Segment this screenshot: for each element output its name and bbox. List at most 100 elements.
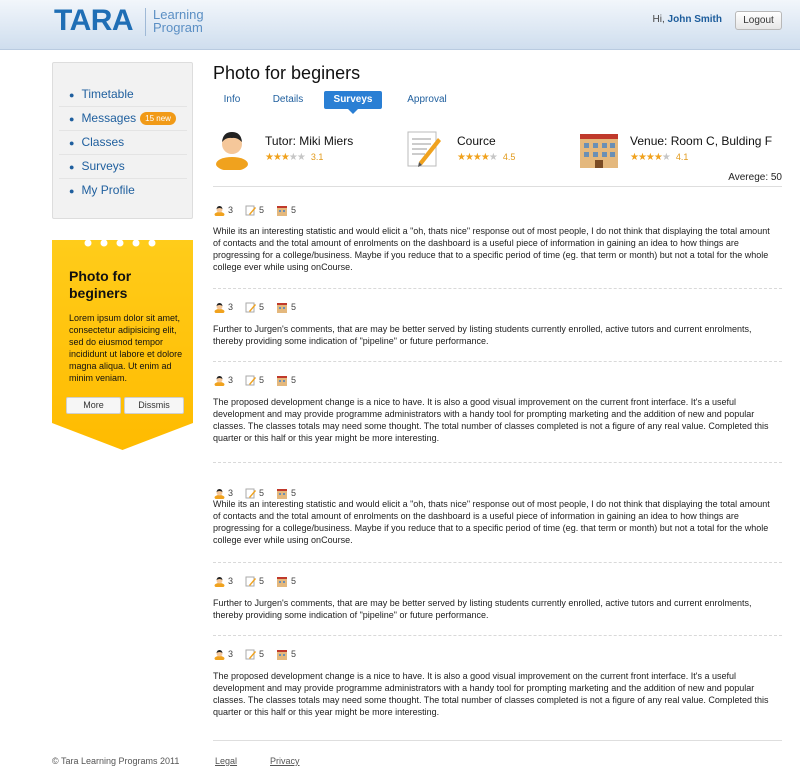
tutor-score-value: 3 [228, 488, 234, 499]
comment-text: The proposed development change is a nic… [213, 397, 769, 443]
comment-text: Further to Jurgen's comments, that are m… [213, 598, 752, 620]
comment-text: While its an interesting statistic and w… [213, 226, 770, 272]
sidebar-item-messages[interactable]: ● Messages 15 new [59, 107, 187, 131]
tab-surveys[interactable]: Surveys [324, 91, 382, 109]
person-icon [214, 376, 225, 388]
sidebar: ● Timetable ● Messages 15 new ● Classes ● Sur… [52, 62, 193, 219]
building-icon [277, 376, 288, 387]
comment-divider [213, 361, 782, 362]
tutor-score-value: 3 [228, 302, 234, 313]
venue-score: 5 [276, 302, 296, 314]
course-score: 5 [245, 649, 264, 660]
tutor-stars: ★★★★★ 3.1 [265, 152, 324, 163]
course-score-value: 5 [259, 576, 265, 587]
tutor-score-value: 3 [228, 576, 234, 587]
sidebar-item-label: Classes [81, 135, 125, 149]
building-icon [277, 650, 288, 661]
course-label: Cource [457, 134, 496, 148]
tutor-score: 3 [214, 649, 234, 662]
bullet-icon: ● [69, 114, 75, 124]
comment-ratings: 3 5 5 [214, 205, 308, 218]
bullet-icon: ● [69, 90, 75, 100]
logout-button[interactable]: Logout [735, 11, 782, 30]
sidebar-item-surveys[interactable]: ● Surveys [59, 155, 187, 179]
tutor-label: Tutor: Miki Miers [265, 134, 354, 148]
comment-divider [213, 635, 782, 636]
tutor-score: 3 [214, 375, 234, 388]
sidebar-item-label: Messages [81, 111, 137, 125]
copyright: © Tara Learning Programs 2011 [52, 756, 180, 766]
venue-score: 5 [276, 205, 297, 217]
venue-score-value: 5 [291, 488, 297, 499]
venue-rating: Venue: Room C, Bulding F ★★★★★ 4.1 [578, 128, 782, 173]
sidebar-item-label: Timetable [81, 87, 134, 101]
venue-score-value: 5 [291, 576, 297, 587]
logo-subtitle: Learning Program [153, 8, 204, 34]
course-score-value: 5 [259, 488, 265, 499]
tutor-score: 3 [214, 302, 234, 315]
person-icon [214, 650, 225, 662]
bullet-icon: ● [69, 138, 75, 148]
footer-divider [213, 740, 782, 741]
messages-badge: 15 new [140, 112, 176, 125]
sidebar-item-classes[interactable]: ● Classes [59, 131, 187, 155]
tutor-score-value: 3 [228, 649, 234, 660]
document-pencil-icon [245, 302, 257, 313]
sidebar-item-label: My Profile [81, 183, 135, 197]
course-score-value: 5 [259, 375, 265, 386]
logo-subtitle-line-2: Program [153, 20, 203, 35]
course-stars: ★★★★★ 4.5 [457, 152, 516, 163]
logo-divider [145, 8, 146, 36]
person-icon [214, 303, 225, 315]
comment-ratings: 3 5 5 [214, 649, 308, 662]
sidebar-item-label: Surveys [81, 159, 125, 173]
tutor-rating-value: 3.1 [310, 152, 324, 162]
course-score: 5 [245, 205, 264, 216]
venue-score-value: 5 [291, 205, 297, 216]
comment-ratings: 3 5 5 [214, 302, 308, 315]
tab-info[interactable]: Info [218, 91, 246, 109]
sidebar-menu: ● Timetable ● Messages 15 new ● Classes ● Sur… [59, 83, 187, 203]
logo[interactable]: TARA [54, 4, 134, 38]
person-icon [214, 577, 225, 589]
sidebar-item-timetable[interactable]: ● Timetable [59, 83, 187, 107]
comment-text: Further to Jurgen's comments, that are m… [213, 324, 752, 346]
document-pencil-icon [245, 576, 257, 587]
sidebar-item-my-profile[interactable]: ● My Profile [59, 179, 187, 203]
legal-link[interactable]: Legal [215, 756, 237, 766]
document-pencil-icon [407, 131, 441, 167]
course-rating-value: 4.5 [502, 152, 516, 162]
bullet-icon: ● [69, 186, 75, 196]
comment-divider [213, 562, 782, 563]
tab-approval[interactable]: Approval [402, 91, 452, 109]
comment-divider [213, 288, 782, 289]
building-icon [277, 303, 288, 314]
tutor-score: 3 [214, 576, 234, 589]
course-score-value: 5 [259, 649, 265, 660]
privacy-link[interactable]: Privacy [270, 756, 300, 766]
person-icon [216, 132, 248, 171]
tutor-rating: Tutor: Miki Miers ★★★★★ 3.1 [213, 128, 393, 173]
greeting-text: Hi, [652, 14, 665, 25]
venue-stars: ★★★★★ 4.1 [630, 152, 689, 163]
venue-rating-value: 4.1 [675, 152, 689, 162]
venue-label: Venue: Room C, Bulding F [630, 134, 773, 148]
promo-text: Lorem ipsum dolor sit amet, consectetur … [69, 313, 183, 383]
venue-score: 5 [276, 649, 296, 661]
user-name[interactable]: John Smith [668, 14, 722, 25]
course-score: 5 [245, 375, 264, 386]
active-tab-pointer [348, 109, 358, 114]
document-pencil-icon [245, 205, 257, 216]
tutor-score: 3 [214, 205, 234, 218]
course-rating: Cource ★★★★★ 4.5 [405, 128, 565, 173]
dismiss-button[interactable]: Dissmis [124, 397, 184, 414]
tutor-score-value: 3 [228, 375, 234, 386]
more-button[interactable]: More [66, 397, 121, 414]
course-score-value: 5 [259, 302, 265, 313]
document-pencil-icon [245, 375, 257, 386]
comment-text: The proposed development change is a nic… [213, 671, 769, 717]
divider [213, 186, 782, 187]
tutor-score-value: 3 [228, 205, 234, 216]
tab-details[interactable]: Details [268, 91, 308, 109]
user-greeting: Hi, John Smith [653, 14, 722, 25]
